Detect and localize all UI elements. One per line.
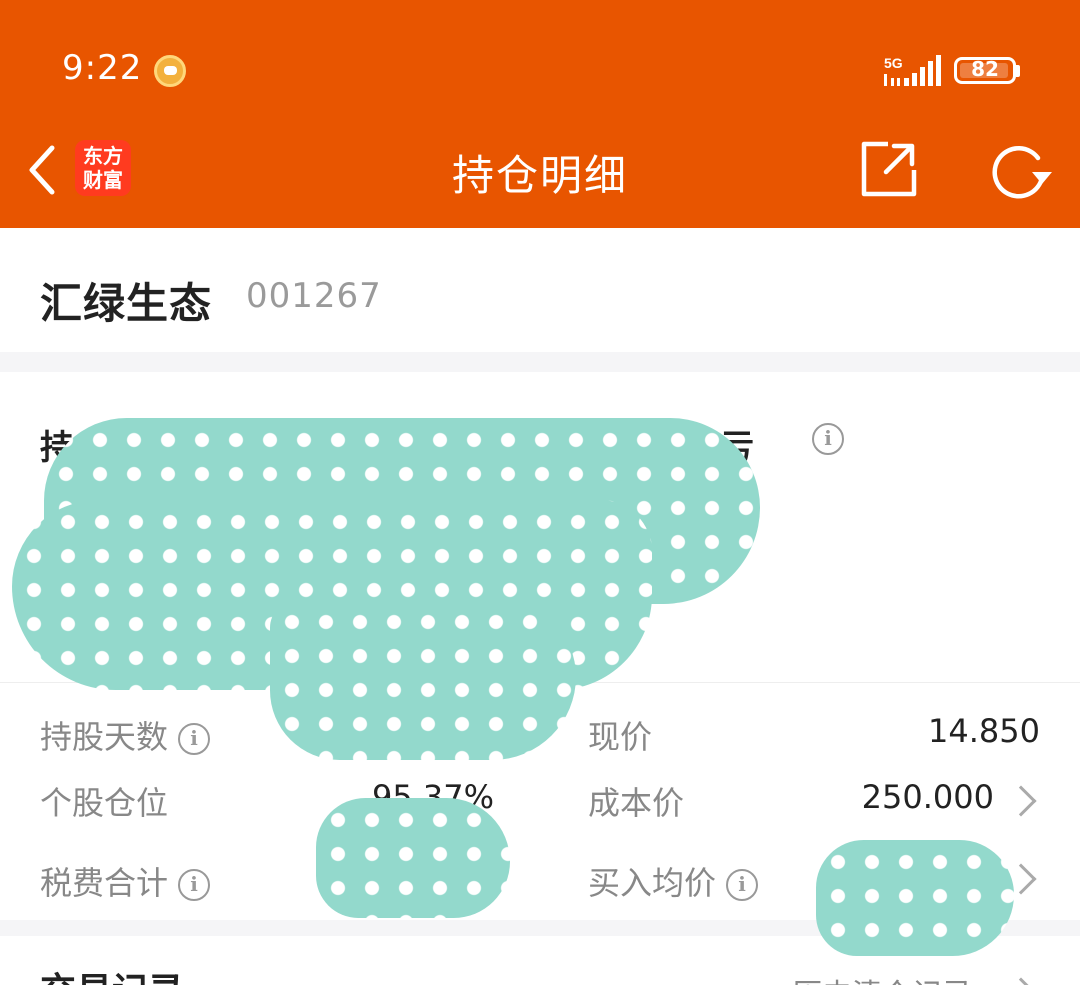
battery-level: 82 bbox=[971, 57, 999, 81]
status-time: 9:22 bbox=[62, 48, 143, 88]
message-notification-icon bbox=[154, 55, 186, 87]
privacy-mask bbox=[816, 840, 1014, 956]
stock-header: 汇绿生态 001267 bbox=[0, 228, 1080, 352]
fee-total-label: 税费合计 i bbox=[40, 858, 211, 904]
hold-days-label: 持股天数 i bbox=[40, 712, 211, 758]
battery-tip bbox=[1016, 65, 1020, 77]
info-icon[interactable]: i bbox=[178, 869, 211, 901]
chevron-right-icon[interactable] bbox=[1005, 785, 1037, 817]
chevron-right-icon[interactable] bbox=[1005, 977, 1037, 985]
current-price-value: 14.850 bbox=[928, 712, 1040, 750]
trade-records-title: 交易记录 bbox=[40, 962, 184, 985]
info-icon[interactable]: i bbox=[812, 423, 844, 455]
refresh-icon[interactable] bbox=[988, 138, 1054, 204]
battery-icon: 82 bbox=[954, 57, 1016, 84]
stock-name: 汇绿生态 bbox=[40, 279, 213, 328]
signal-5g-icon: 5G bbox=[884, 55, 941, 86]
fee-total-label-text: 税费合计 bbox=[40, 864, 169, 902]
info-icon[interactable]: i bbox=[178, 723, 211, 755]
current-price-label: 现价 bbox=[588, 718, 653, 756]
position-ratio-label: 个股仓位 bbox=[40, 784, 169, 822]
share-icon[interactable] bbox=[858, 138, 920, 200]
avg-buy-price-label: 买入均价 i bbox=[588, 858, 759, 904]
cost-price-label[interactable]: 成本价 bbox=[588, 778, 684, 824]
privacy-mask bbox=[316, 798, 510, 918]
network-label: 5G bbox=[884, 55, 903, 71]
cost-price-value[interactable]: 250.000 bbox=[780, 778, 994, 816]
avg-buy-price-label-text: 买入均价 bbox=[588, 864, 717, 902]
stock-code: 001267 bbox=[246, 276, 382, 316]
history-clear-records-link[interactable]: 历史清仓记录 bbox=[792, 970, 972, 985]
info-icon[interactable]: i bbox=[726, 869, 759, 901]
header-bar: 9:22 5G 82 东方 财富 持仓明细 bbox=[0, 0, 1080, 228]
privacy-mask bbox=[270, 600, 576, 760]
hold-days-label-text: 持股天数 bbox=[40, 718, 169, 756]
